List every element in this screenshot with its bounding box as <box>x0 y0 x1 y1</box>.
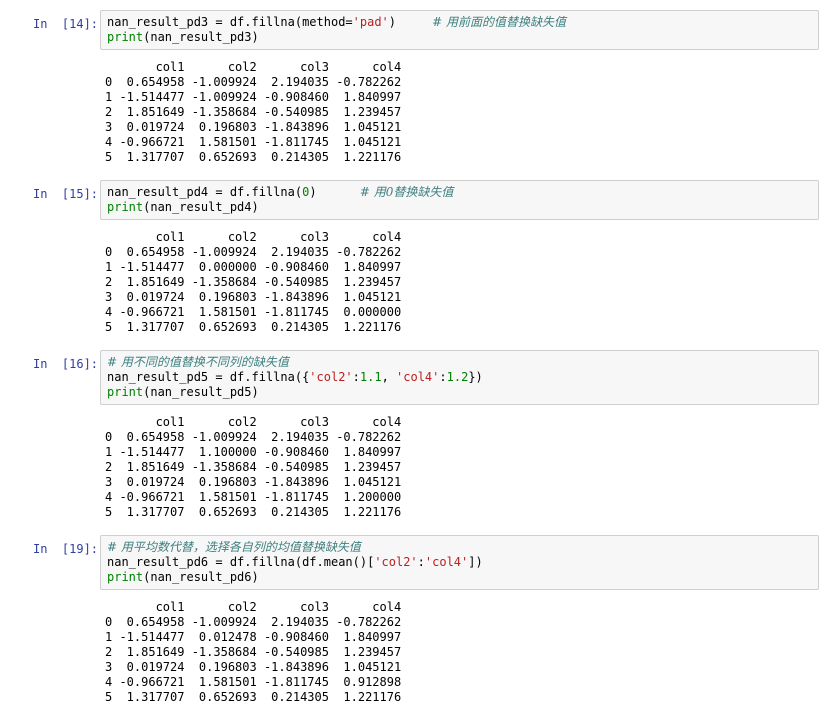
code-token: (nan_result_pd3) <box>143 30 259 44</box>
dataframe-row: 5 1.317707 0.652693 0.214305 1.221176 <box>105 690 402 704</box>
code-token: nan_result_pd4 = df.fillna( <box>107 185 303 199</box>
code-line: print(nan_result_pd5) <box>107 385 812 400</box>
code-token: ) <box>309 185 360 199</box>
dataframe-header: col1 col2 col3 col4 <box>105 600 402 614</box>
dataframe-row: 3 0.019724 0.196803 -1.843896 1.045121 <box>105 475 402 489</box>
code-input-area[interactable]: # 用不同的值替换不同列的缺失值 nan_result_pd5 = df.fill… <box>100 350 819 405</box>
code-input-area[interactable]: # 用平均数代替，选择各自列的均值替换缺失值 nan_result_pd6 = d… <box>100 535 819 590</box>
dataframe-row: 2 1.851649 -1.358684 -0.540985 1.239457 <box>105 645 402 659</box>
cell-prompt: In [19]: <box>33 542 99 556</box>
dataframe-row: 0 0.654958 -1.009924 2.194035 -0.782262 <box>105 245 402 259</box>
code-token: : <box>417 555 425 569</box>
code-token: }) <box>468 370 483 384</box>
code-token: nan_result_pd3 = df.fillna(method= <box>107 15 353 29</box>
code-line: nan_result_pd6 = df.fillna(df.mean()['co… <box>107 555 812 570</box>
dataframe-row: 3 0.019724 0.196803 -1.843896 1.045121 <box>105 120 402 134</box>
code-comment: # 用平均数代替，选择各自列的均值替换缺失值 <box>107 540 361 554</box>
dataframe-row: 0 0.654958 -1.009924 2.194035 -0.782262 <box>105 75 402 89</box>
code-comment: # 用不同的值替换不同列的缺失值 <box>107 355 289 369</box>
code-comment: # 用0替换缺失值 <box>359 185 454 199</box>
code-token: : <box>439 370 447 384</box>
code-string: 'col2' <box>374 555 418 569</box>
code-keyword: print <box>107 200 144 214</box>
cell-output: col1 col2 col3 col4 0 0.654958 -1.009924 … <box>105 230 805 335</box>
cell-output: col1 col2 col3 col4 0 0.654958 -1.009924 … <box>105 600 805 705</box>
code-token: nan_result_pd6 = df.fillna(df.mean()[ <box>107 555 375 569</box>
code-line: print(nan_result_pd3) <box>107 30 812 45</box>
dataframe-row: 0 0.654958 -1.009924 2.194035 -0.782262 <box>105 615 402 629</box>
code-token: (nan_result_pd4) <box>143 200 259 214</box>
cell-prompt: In [15]: <box>33 187 99 201</box>
code-string: 'pad' <box>352 15 389 29</box>
code-token: (nan_result_pd5) <box>143 385 259 399</box>
dataframe-row: 2 1.851649 -1.358684 -0.540985 1.239457 <box>105 460 402 474</box>
code-keyword: print <box>107 570 144 584</box>
code-input-area[interactable]: nan_result_pd3 = df.fillna(method='pad')… <box>100 10 819 50</box>
code-line: print(nan_result_pd6) <box>107 570 812 585</box>
code-line: nan_result_pd4 = df.fillna(0) # 用0替换缺失值 <box>107 185 812 200</box>
code-input-area[interactable]: nan_result_pd4 = df.fillna(0) # 用0替换缺失值 p… <box>100 180 819 220</box>
dataframe-row: 4 -0.966721 1.581501 -1.811745 0.000000 <box>105 305 402 319</box>
code-line: print(nan_result_pd4) <box>107 200 812 215</box>
code-string: 'col4' <box>396 370 440 384</box>
dataframe-row: 2 1.851649 -1.358684 -0.540985 1.239457 <box>105 105 402 119</box>
dataframe-row: 5 1.317707 0.652693 0.214305 1.221176 <box>105 505 402 519</box>
code-token: 1.2 <box>446 370 469 384</box>
code-token: , <box>381 370 397 384</box>
dataframe-row: 4 -0.966721 1.581501 -1.811745 1.045121 <box>105 135 402 149</box>
dataframe-row: 2 1.851649 -1.358684 -0.540985 1.239457 <box>105 275 402 289</box>
code-line: nan_result_pd5 = df.fillna({'col2':1.1, … <box>107 370 812 385</box>
code-token: 1.1 <box>359 370 382 384</box>
dataframe-row: 3 0.019724 0.196803 -1.843896 1.045121 <box>105 660 402 674</box>
cell-output: col1 col2 col3 col4 0 0.654958 -1.009924 … <box>105 415 805 520</box>
code-keyword: print <box>107 30 144 44</box>
dataframe-row: 4 -0.966721 1.581501 -1.811745 0.912898 <box>105 675 402 689</box>
dataframe-row: 4 -0.966721 1.581501 -1.811745 1.200000 <box>105 490 402 504</box>
dataframe-header: col1 col2 col3 col4 <box>105 60 402 74</box>
dataframe-row: 3 0.019724 0.196803 -1.843896 1.045121 <box>105 290 402 304</box>
code-token: : <box>352 370 360 384</box>
dataframe-row: 0 0.654958 -1.009924 2.194035 -0.782262 <box>105 430 402 444</box>
cell-prompt: In [16]: <box>33 357 99 371</box>
dataframe-row: 5 1.317707 0.652693 0.214305 1.221176 <box>105 150 402 164</box>
dataframe-row: 5 1.317707 0.652693 0.214305 1.221176 <box>105 320 402 334</box>
code-token: ]) <box>468 555 483 569</box>
code-line: # 用平均数代替，选择各自列的均值替换缺失值 <box>107 540 812 555</box>
code-keyword: print <box>107 385 144 399</box>
cell-prompt: In [14]: <box>33 17 99 31</box>
dataframe-row: 1 -1.514477 -1.009924 -0.908460 1.840997 <box>105 90 402 104</box>
code-string: 'col2' <box>309 370 353 384</box>
dataframe-row: 1 -1.514477 0.012478 -0.908460 1.840997 <box>105 630 402 644</box>
cell-output: col1 col2 col3 col4 0 0.654958 -1.009924 … <box>105 60 805 165</box>
code-string: 'col4' <box>424 555 469 569</box>
dataframe-header: col1 col2 col3 col4 <box>105 415 402 429</box>
dataframe-row: 1 -1.514477 1.100000 -0.908460 1.840997 <box>105 445 402 459</box>
code-token: ) <box>388 15 433 29</box>
code-comment: # 用前面的值替换缺失值 <box>432 15 566 29</box>
code-token: (nan_result_pd6) <box>143 570 259 584</box>
code-line: nan_result_pd3 = df.fillna(method='pad')… <box>107 15 812 30</box>
code-token: nan_result_pd5 = df.fillna({ <box>107 370 310 384</box>
code-line: # 用不同的值替换不同列的缺失值 <box>107 355 812 370</box>
dataframe-header: col1 col2 col3 col4 <box>105 230 402 244</box>
dataframe-row: 1 -1.514477 0.000000 -0.908460 1.840997 <box>105 260 402 274</box>
